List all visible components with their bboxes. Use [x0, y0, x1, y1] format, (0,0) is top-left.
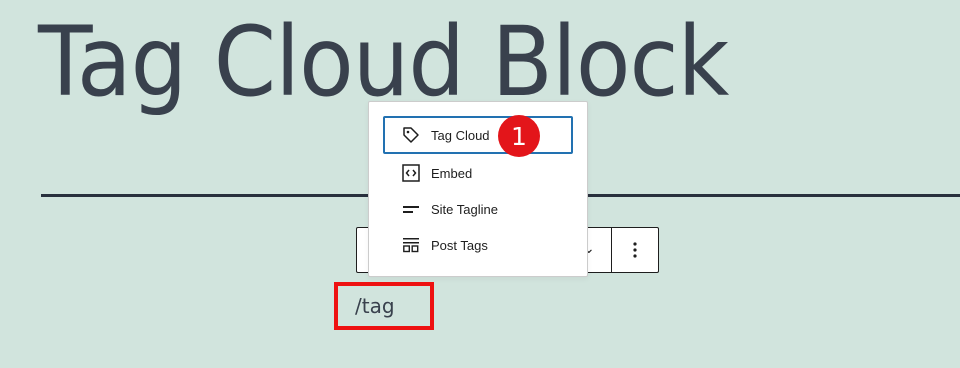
menu-item-embed[interactable]: Embed	[383, 154, 573, 192]
more-options-button[interactable]	[612, 228, 658, 272]
embed-icon	[399, 161, 423, 185]
tag-icon	[399, 123, 423, 147]
slash-command-input[interactable]: /tag	[334, 282, 434, 330]
menu-item-label: Site Tagline	[431, 201, 498, 217]
menu-item-tag-cloud[interactable]: Tag Cloud	[383, 116, 573, 154]
page-title: Tag Cloud Block	[38, 6, 729, 118]
menu-item-site-tagline[interactable]: Site Tagline	[383, 190, 573, 228]
menu-item-post-tags[interactable]: Post Tags	[383, 226, 573, 264]
menu-item-label: Embed	[431, 165, 473, 181]
site-tagline-icon	[399, 197, 423, 221]
post-tags-icon	[399, 233, 423, 257]
more-vertical-icon	[633, 242, 637, 258]
step-number-badge: 1	[498, 115, 540, 157]
menu-item-label: Post Tags	[431, 237, 488, 253]
menu-item-label: Tag Cloud	[431, 127, 490, 143]
block-autocomplete-menu: Tag Cloud Embed Site Tagline Post Tags	[368, 101, 588, 277]
